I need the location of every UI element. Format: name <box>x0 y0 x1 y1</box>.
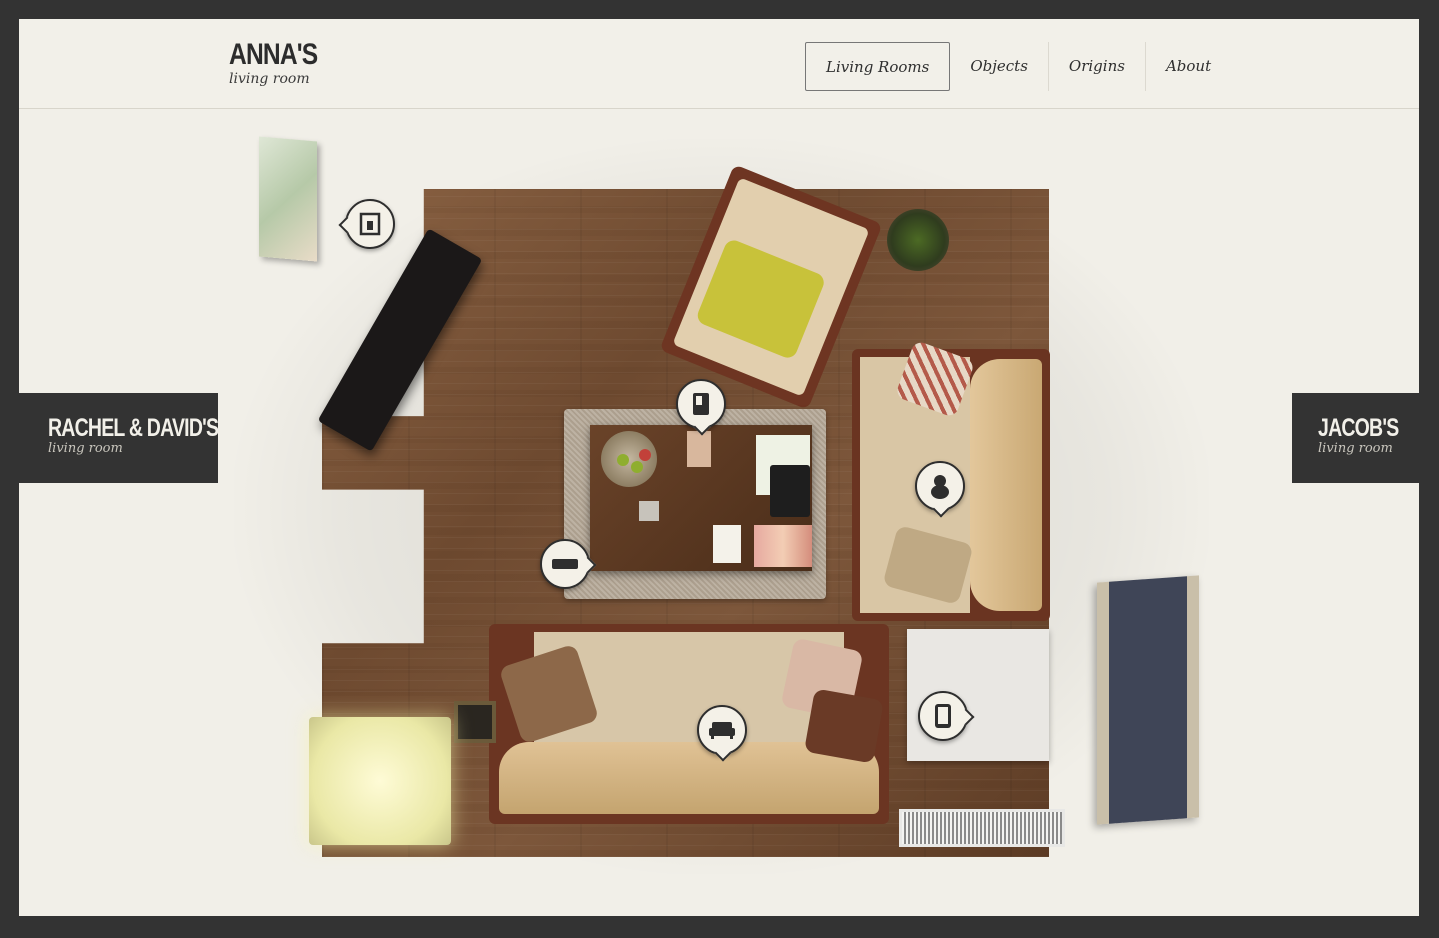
prev-room-tab[interactable]: RACHEL & DAVID'S living room <box>19 393 219 483</box>
prev-room-title: RACHEL & DAVID'S <box>48 414 219 442</box>
sofa-icon <box>709 722 735 739</box>
apple <box>631 461 643 473</box>
logo-title: ANNA'S <box>229 38 318 71</box>
logo-subtitle: living room <box>229 71 310 87</box>
prev-room-subtitle: living room <box>48 441 123 456</box>
nav-living-rooms[interactable]: Living Rooms <box>805 42 951 91</box>
wall-painting-flowers <box>259 136 317 262</box>
tablet-icon <box>935 704 951 728</box>
site-logo[interactable]: ANNA'S living room <box>229 38 337 88</box>
hotspot-sofa[interactable] <box>697 705 747 755</box>
potted-plant <box>887 209 949 271</box>
picture-frame-icon <box>359 212 381 236</box>
nav-origins[interactable]: Origins <box>1047 42 1145 91</box>
room-illustration <box>19 109 1419 916</box>
book-icon <box>693 393 709 415</box>
apple <box>617 454 629 466</box>
radiator <box>899 809 1065 847</box>
notepad <box>713 525 741 563</box>
hotspot-remote[interactable] <box>540 539 590 589</box>
apple <box>639 449 651 461</box>
magazine <box>754 525 812 567</box>
nav-about[interactable]: About <box>1144 42 1231 91</box>
notebook <box>687 431 711 467</box>
pillow <box>803 688 885 764</box>
next-room-subtitle: living room <box>1318 441 1393 456</box>
figurine-icon <box>931 475 949 499</box>
hotspot-picture-frame[interactable] <box>345 199 395 249</box>
site-header: ANNA'S living room Living Rooms Objects … <box>19 19 1419 109</box>
remote-control-icon <box>552 559 578 569</box>
hotspot-tablet[interactable] <box>918 691 968 741</box>
wall-painting-dandelion <box>1097 575 1199 825</box>
hotspot-figurine[interactable] <box>915 461 965 511</box>
nav-objects[interactable]: Objects <box>950 42 1048 91</box>
floor-lamp <box>309 717 451 845</box>
keyboard <box>770 465 810 517</box>
hotspot-book[interactable] <box>676 379 726 429</box>
next-room-title: JACOB'S <box>1318 414 1399 442</box>
main-nav: Living Rooms Objects Origins About <box>805 42 1231 91</box>
small-frame <box>454 701 496 743</box>
page: ANNA'S living room Living Rooms Objects … <box>19 19 1419 916</box>
photo <box>639 501 659 521</box>
next-room-tab[interactable]: JACOB'S living room <box>1292 393 1419 483</box>
